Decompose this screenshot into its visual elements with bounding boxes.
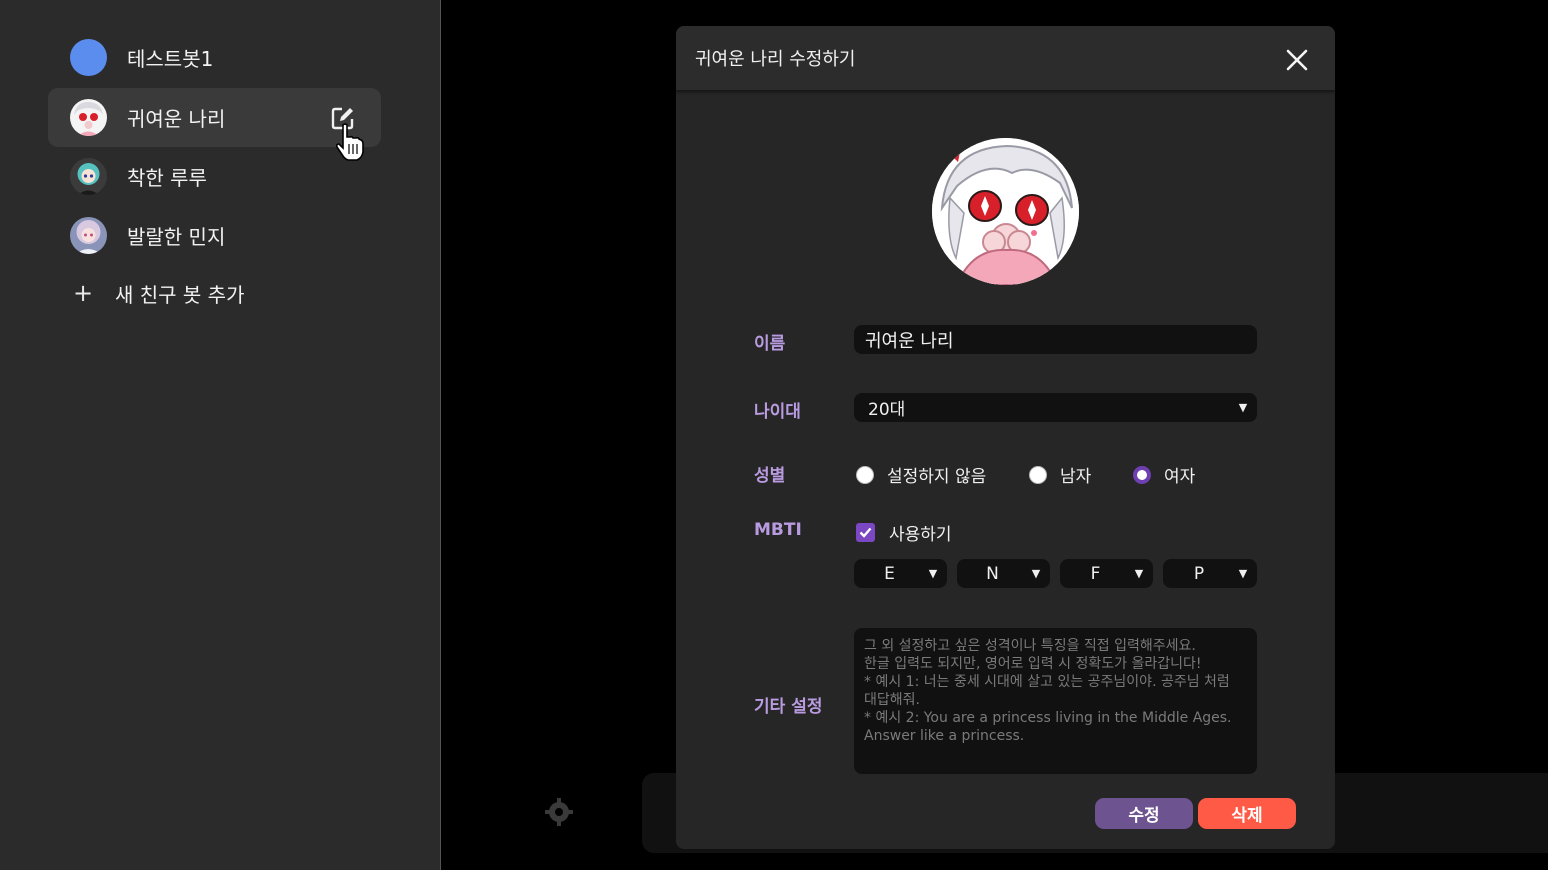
- sidebar-item-label: 귀여운 나리: [127, 107, 226, 131]
- mbti-select-ei[interactable]: E ▼: [854, 559, 947, 588]
- avatar: [70, 217, 107, 254]
- avatar: [70, 99, 107, 136]
- sidebar-item-label: 발랄한 민지: [127, 225, 226, 249]
- select-value: P: [1193, 563, 1205, 584]
- checkbox[interactable]: [856, 523, 875, 542]
- edit-button[interactable]: 수정: [1095, 798, 1193, 829]
- age-select-value: 20대: [868, 400, 906, 420]
- gender-radio-none[interactable]: 설정하지 않음: [856, 462, 986, 487]
- chevron-down-icon: ▼: [1134, 567, 1144, 580]
- radio-button-selected[interactable]: [1133, 465, 1151, 484]
- avatar: [70, 158, 107, 195]
- sidebar-item-minji[interactable]: 발랄한 민지: [48, 206, 381, 265]
- gender-radio-male[interactable]: 남자: [1029, 462, 1091, 487]
- mbti-select-jp[interactable]: P ▼: [1163, 559, 1257, 588]
- sidebar-item-testbot[interactable]: 테스트봇1: [48, 28, 381, 87]
- radio-label: 남자: [1060, 467, 1092, 487]
- close-icon[interactable]: [1285, 48, 1309, 72]
- bot-avatar[interactable]: [932, 138, 1079, 285]
- name-input[interactable]: [854, 325, 1257, 354]
- extra-settings-textarea[interactable]: 그 외 설정하고 싶은 성격이나 특징을 직접 입력해주세요. 한글 입력도 되…: [854, 628, 1257, 774]
- age-select[interactable]: 20대 ▼: [854, 393, 1257, 422]
- mbti-select-sn[interactable]: N ▼: [957, 559, 1050, 588]
- chevron-down-icon: ▼: [1031, 567, 1041, 580]
- sidebar-item-label: 테스트봇1: [127, 47, 214, 71]
- plus-icon: +: [72, 279, 94, 307]
- chevron-down-icon: ▼: [1238, 567, 1248, 580]
- delete-button[interactable]: 삭제: [1198, 798, 1296, 829]
- mbti-enable-checkbox[interactable]: 사용하기: [856, 520, 952, 545]
- pointer-cursor-icon: [335, 123, 364, 161]
- name-label: 이름: [754, 334, 786, 354]
- gear-icon: [545, 798, 573, 826]
- check-icon: [859, 527, 872, 538]
- radio-label: 여자: [1164, 467, 1196, 487]
- modal-header: 귀여운 나리 수정하기: [676, 26, 1335, 90]
- age-label: 나이대: [754, 402, 801, 422]
- radio-button[interactable]: [856, 465, 874, 484]
- chevron-down-icon: ▼: [928, 567, 938, 580]
- radio-button[interactable]: [1029, 465, 1047, 484]
- checkbox-label: 사용하기: [889, 525, 952, 545]
- select-value: E: [884, 563, 895, 584]
- modal-title: 귀여운 나리 수정하기: [695, 49, 856, 70]
- gender-label: 성별: [754, 466, 786, 486]
- sidebar-item-ruru[interactable]: 착한 루루: [48, 147, 381, 206]
- add-friend-button[interactable]: + 새 친구 봇 추가: [72, 278, 245, 308]
- radio-label: 설정하지 않음: [887, 467, 987, 487]
- avatar: [70, 39, 107, 76]
- sidebar: 테스트봇1 귀여운 나리 착한 루루 발랄한 민지 + 새 친구 봇 추가: [0, 0, 441, 870]
- select-value: F: [1090, 563, 1101, 584]
- sidebar-item-label: 착한 루루: [127, 166, 207, 190]
- gender-radio-female[interactable]: 여자: [1133, 462, 1195, 487]
- mbti-select-tf[interactable]: F ▼: [1060, 559, 1153, 588]
- chevron-down-icon: ▼: [1238, 401, 1248, 414]
- add-friend-label: 새 친구 봇 추가: [115, 282, 245, 307]
- extra-settings-label: 기타 설정: [754, 697, 823, 717]
- edit-bot-modal: 귀여운 나리 수정하기 이름 나이대 20대 ▼ 성별: [676, 26, 1335, 849]
- mbti-label: MBTI: [754, 520, 802, 540]
- select-value: N: [986, 563, 999, 584]
- sidebar-item-nari[interactable]: 귀여운 나리: [48, 88, 381, 147]
